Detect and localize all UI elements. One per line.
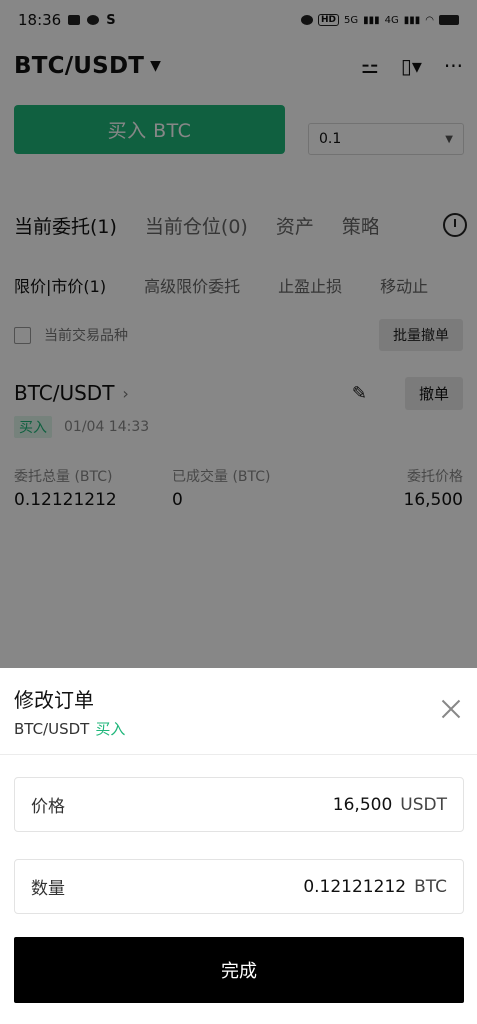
price-input[interactable]: 16,500 [333, 795, 392, 815]
modal-backdrop[interactable] [0, 0, 477, 668]
close-icon[interactable] [441, 699, 461, 719]
sheet-side: 买入 [95, 720, 126, 738]
amount-input[interactable]: 0.12121212 [303, 877, 406, 897]
sheet-title: 修改订单 [14, 688, 94, 712]
amount-label: 数量 [31, 879, 65, 899]
price-field[interactable]: 价格 16,500 USDT [14, 777, 464, 832]
done-button[interactable]: 完成 [14, 937, 464, 1003]
price-label: 价格 [31, 797, 65, 817]
sheet-pair: BTC/USDT [14, 720, 90, 738]
amount-field[interactable]: 数量 0.12121212 BTC [14, 859, 464, 914]
divider [0, 754, 477, 755]
sheet-subtitle: BTC/USDT 买入 [14, 718, 125, 739]
modify-order-sheet: 修改订单 BTC/USDT 买入 价格 16,500 USDT 数量 0.1212… [0, 668, 477, 1024]
amount-unit: BTC [414, 876, 447, 897]
price-unit: USDT [400, 794, 447, 815]
